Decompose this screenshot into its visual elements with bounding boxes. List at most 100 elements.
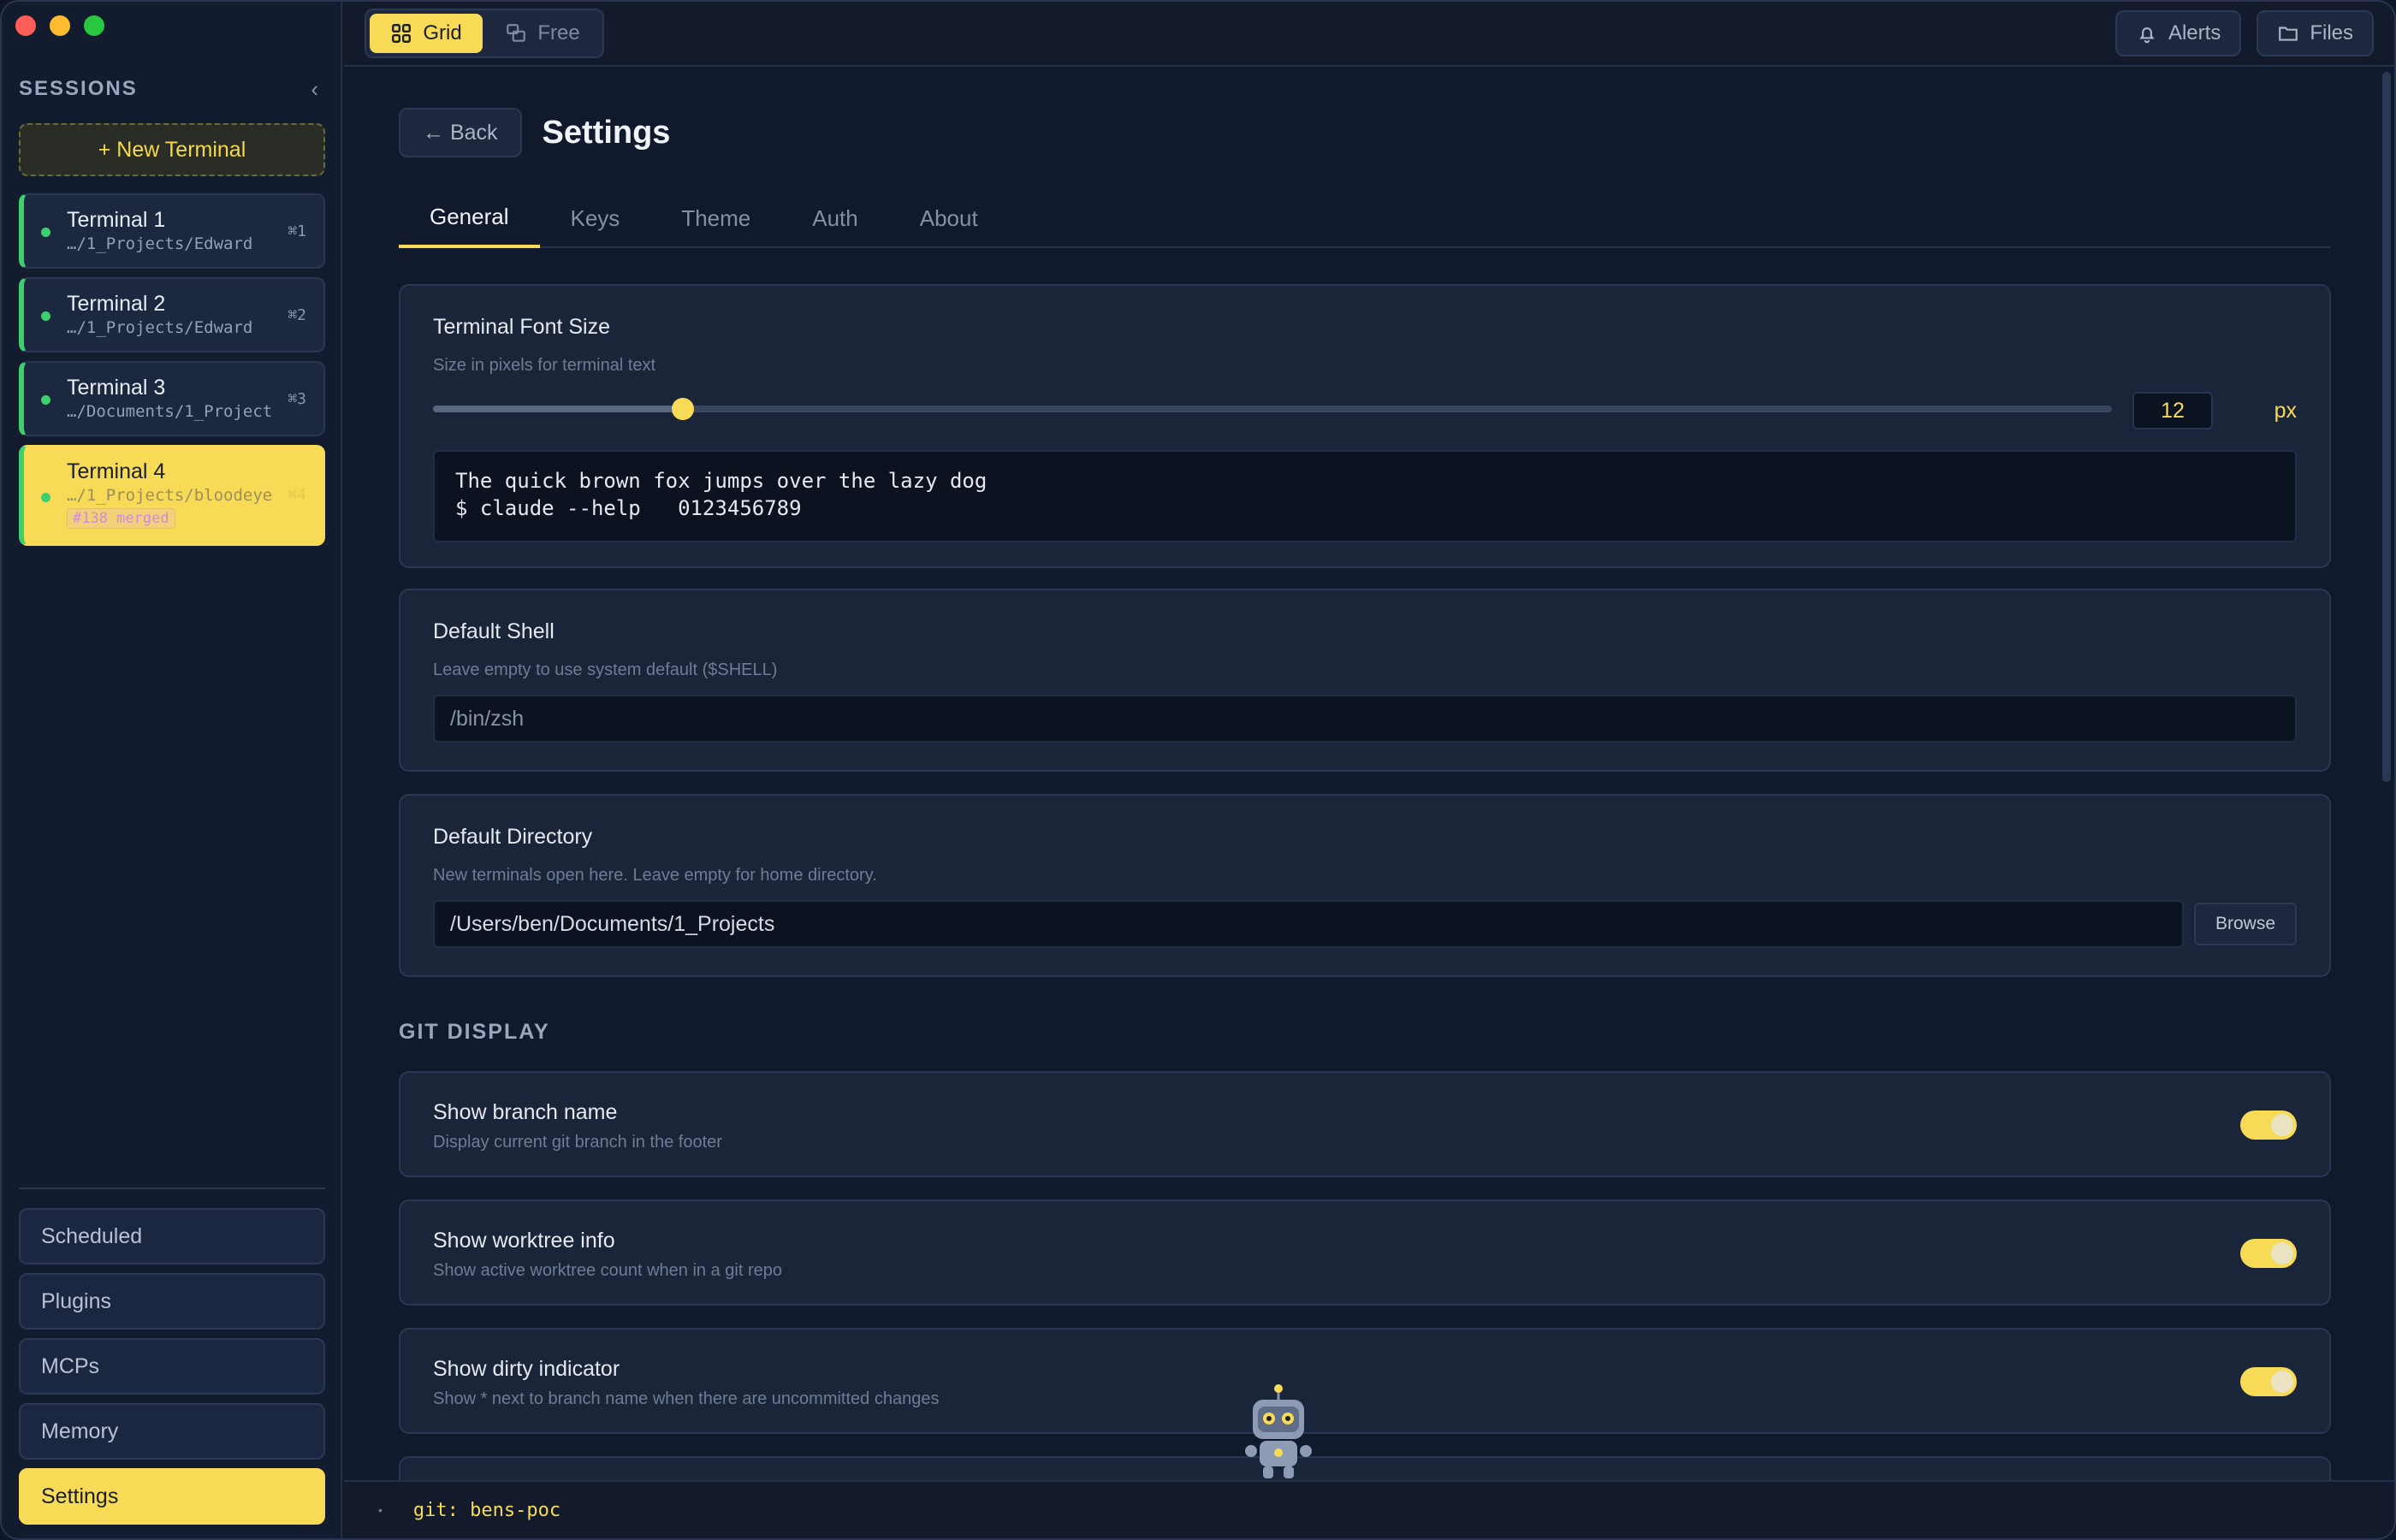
top-actions: Alerts Files	[2114, 10, 2374, 56]
settings-tabs: General Keys Theme Auth About	[399, 188, 2331, 248]
terminal-item-2[interactable]: Terminal 2 …/1_Projects/Edward ⌘2	[19, 277, 325, 352]
sessions-header: SESSIONS ‹	[19, 74, 318, 104]
default-directory-subtitle: New terminals open here. Leave empty for…	[433, 866, 877, 885]
zoom-window-button[interactable]	[84, 15, 104, 36]
terminal-name: Terminal 2	[67, 292, 166, 316]
chevron-left-icon[interactable]: ‹	[311, 76, 318, 103]
default-directory-title: Default Directory	[433, 825, 593, 849]
default-shell-subtitle: Leave empty to use system default ($SHEL…	[433, 660, 778, 679]
show-branch-card: Show branch name Display current git bra…	[399, 1071, 2331, 1177]
show-worktree-toggle[interactable]	[2240, 1239, 2297, 1268]
minimize-window-button[interactable]	[50, 15, 70, 36]
sidebar-item-plugins[interactable]: Plugins	[19, 1273, 325, 1330]
terminal-item-4[interactable]: Terminal 4 …/1_Projects/bloodeye #138 me…	[19, 445, 325, 546]
sidebar-item-scheduled[interactable]: Scheduled	[19, 1208, 325, 1265]
new-terminal-button[interactable]: + New Terminal	[19, 123, 325, 176]
font-size-card: Terminal Font Size Size in pixels for te…	[399, 284, 2331, 568]
show-dirty-toggle[interactable]	[2240, 1367, 2297, 1396]
terminal-shortcut: ⌘3	[288, 390, 306, 408]
pr-merged-badge: #138 merged	[67, 508, 175, 529]
show-dirty-card: Show dirty indicator Show * next to bran…	[399, 1328, 2331, 1434]
browse-button[interactable]: Browse	[2194, 903, 2297, 945]
scrollbar[interactable]	[2382, 72, 2391, 782]
toggle-title: Show branch name	[433, 1100, 618, 1124]
terminal-path: …/1_Projects/Edward	[67, 234, 253, 253]
top-bar: Grid Free Alerts Files	[344, 2, 2394, 67]
free-view-button[interactable]: Free	[486, 14, 599, 53]
next-setting-card	[399, 1456, 2331, 1480]
status-dot-icon	[41, 493, 50, 502]
status-dot-icon	[41, 228, 50, 237]
terminal-shortcut: ⌘4	[288, 486, 306, 504]
toggle-subtitle: Display current git branch in the footer	[433, 1133, 722, 1152]
close-window-button[interactable]	[15, 15, 36, 36]
terminal-path: …/1_Projects/bloodeye	[67, 486, 272, 505]
status-dot-icon: •	[378, 1503, 383, 1517]
font-preview: The quick brown fox jumps over the lazy …	[433, 450, 2297, 542]
default-shell-card: Default Shell Leave empty to use system …	[399, 589, 2331, 772]
files-button[interactable]: Files	[2257, 10, 2374, 56]
page-title: Settings	[542, 114, 671, 151]
default-shell-title: Default Shell	[433, 619, 555, 643]
font-size-unit: px	[2274, 399, 2297, 423]
default-shell-input[interactable]: /bin/zsh	[433, 695, 2297, 743]
terminal-shortcut: ⌘1	[288, 222, 306, 240]
font-size-input[interactable]: 12	[2132, 392, 2213, 429]
tab-about[interactable]: About	[889, 188, 1009, 248]
font-size-title: Terminal Font Size	[433, 315, 611, 339]
terminal-path: …/Documents/1_Projects	[67, 402, 272, 421]
tab-auth[interactable]: Auth	[781, 188, 889, 248]
default-directory-card: Default Directory New terminals open her…	[399, 794, 2331, 977]
slider-thumb[interactable]	[672, 398, 695, 420]
files-label: Files	[2310, 21, 2353, 44]
grid-view-button[interactable]: Grid	[370, 14, 483, 53]
terminal-list: Terminal 1 …/1_Projects/Edward ⌘1 Termin…	[19, 193, 325, 554]
terminal-name: Terminal 1	[67, 208, 166, 232]
bell-icon	[2139, 27, 2155, 44]
window-controls	[15, 15, 104, 36]
folder-icon	[2279, 27, 2298, 41]
preview-line: The quick brown fox jumps over the lazy …	[455, 469, 987, 493]
font-size-subtitle: Size in pixels for terminal text	[433, 356, 656, 375]
git-branch-status: git: bens-poc	[412, 1499, 561, 1521]
tab-theme[interactable]: Theme	[650, 188, 781, 248]
robot-mascot-icon	[1245, 1384, 1312, 1478]
terminal-name: Terminal 3	[67, 376, 166, 400]
toggle-subtitle: Show * next to branch name when there ar…	[433, 1389, 940, 1408]
sessions-title: SESSIONS	[19, 77, 138, 100]
sidebar: SESSIONS ‹ + New Terminal Terminal 1 …/1…	[2, 2, 342, 1538]
terminal-item-1[interactable]: Terminal 1 …/1_Projects/Edward ⌘1	[19, 193, 325, 269]
grid-label: Grid	[423, 21, 462, 44]
show-branch-toggle[interactable]	[2240, 1111, 2297, 1140]
status-footer: • git: bens-poc	[344, 1480, 2394, 1538]
app-window: SESSIONS ‹ + New Terminal Terminal 1 …/1…	[0, 0, 2396, 1540]
status-dot-icon	[41, 311, 50, 321]
free-layout-icon	[507, 24, 526, 42]
alerts-button[interactable]: Alerts	[2114, 10, 2242, 56]
slider-fill	[433, 406, 684, 412]
tab-general[interactable]: General	[399, 188, 540, 248]
tab-keys[interactable]: Keys	[540, 188, 651, 248]
sidebar-divider	[19, 1188, 325, 1189]
grid-icon	[392, 24, 412, 43]
alerts-label: Alerts	[2168, 21, 2221, 44]
terminal-name: Terminal 4	[67, 459, 166, 483]
page-header: ← Back Settings	[399, 108, 670, 157]
preview-line: $ claude --help 0123456789	[455, 496, 802, 520]
font-size-slider[interactable]	[433, 398, 2112, 420]
toggle-subtitle: Show active worktree count when in a git…	[433, 1261, 782, 1280]
terminal-shortcut: ⌘2	[288, 306, 306, 324]
show-worktree-card: Show worktree info Show active worktree …	[399, 1199, 2331, 1306]
layout-toggle: Grid Free	[365, 9, 604, 58]
status-dot-icon	[41, 395, 50, 405]
terminal-item-3[interactable]: Terminal 3 …/Documents/1_Projects ⌘3	[19, 361, 325, 436]
terminal-path: …/1_Projects/Edward	[67, 318, 253, 337]
sidebar-nav: Scheduled Plugins MCPs Memory Settings	[19, 1208, 325, 1533]
git-display-heading: GIT DISPLAY	[399, 1020, 550, 1044]
sidebar-item-memory[interactable]: Memory	[19, 1403, 325, 1460]
default-directory-input[interactable]: /Users/ben/Documents/1_Projects	[433, 900, 2184, 948]
sidebar-item-settings[interactable]: Settings	[19, 1468, 325, 1525]
sidebar-item-mcps[interactable]: MCPs	[19, 1338, 325, 1395]
toggle-title: Show dirty indicator	[433, 1357, 620, 1381]
back-button[interactable]: ← Back	[399, 108, 522, 157]
